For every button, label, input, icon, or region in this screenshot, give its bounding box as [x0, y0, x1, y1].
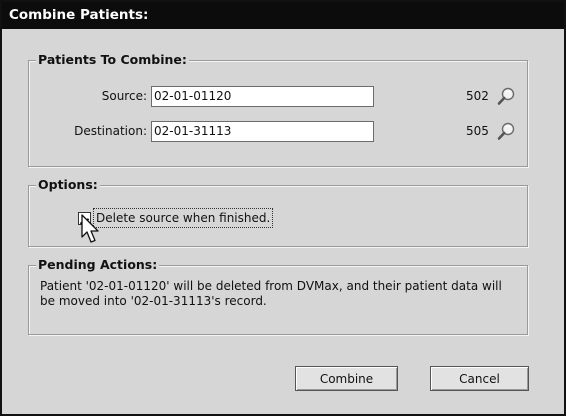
- destination-label: Destination:: [74, 124, 147, 138]
- destination-id: 505: [466, 124, 489, 138]
- combine-patients-dialog: Combine Patients: Patients To Combine: S…: [0, 0, 566, 416]
- source-input[interactable]: 02-01-01120: [151, 86, 374, 107]
- patients-group-title: Patients To Combine:: [36, 52, 189, 68]
- combine-button[interactable]: Combine: [295, 366, 398, 391]
- options-group-title: Options:: [36, 177, 100, 193]
- mouse-pointer-icon: [81, 214, 99, 243]
- magnifier-icon: [497, 87, 515, 105]
- cancel-button[interactable]: Cancel: [430, 366, 529, 391]
- destination-input[interactable]: 02-01-31113: [151, 121, 374, 142]
- dialog-title: Combine Patients:: [2, 2, 564, 29]
- patients-group: Patients To Combine:: [28, 52, 528, 167]
- pending-actions-message: Patient '02-01-01120' will be deleted fr…: [40, 279, 502, 308]
- magnifier-icon: [497, 122, 515, 140]
- source-label: Source:: [101, 89, 147, 103]
- destination-lookup-button[interactable]: [496, 121, 516, 141]
- delete-source-label[interactable]: Delete source when finished.: [93, 208, 274, 228]
- source-id: 502: [466, 89, 489, 103]
- source-lookup-button[interactable]: [496, 86, 516, 106]
- pending-actions-title: Pending Actions:: [36, 257, 160, 273]
